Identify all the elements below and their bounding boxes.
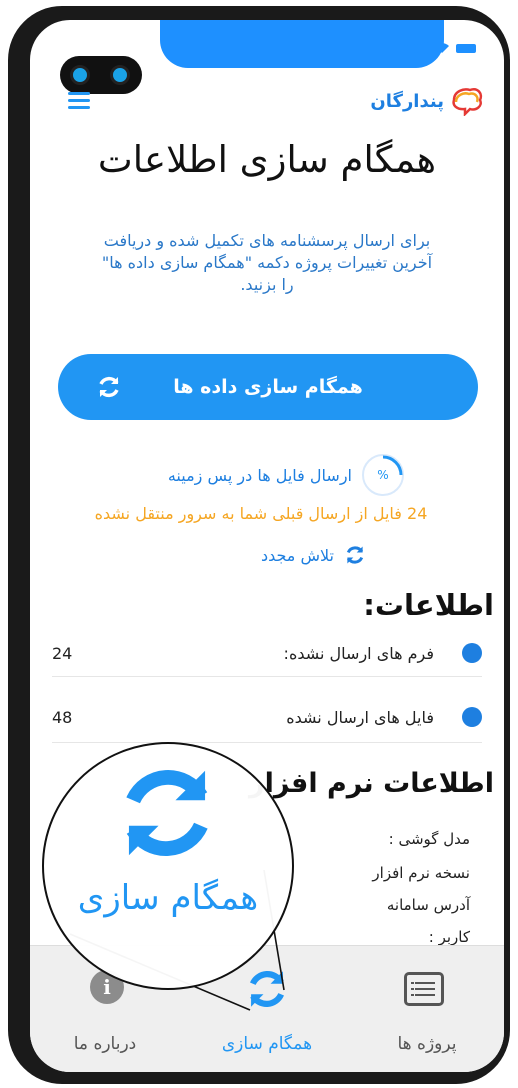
- background-upload-label: ارسال فایل ها در پس زمینه: [167, 465, 352, 485]
- list-icon: [404, 972, 444, 1006]
- camera-lens-left: [70, 65, 90, 85]
- info-section-title: اطلاعات:: [363, 588, 494, 622]
- hamburger-menu-icon[interactable]: [68, 92, 90, 110]
- signal-bar: [414, 43, 418, 53]
- status-dot-icon: [462, 643, 482, 663]
- refresh-icon: [99, 376, 119, 398]
- app-logo: پندارگان: [370, 86, 484, 116]
- row-divider: [52, 676, 482, 677]
- description-line: را بزنید.: [240, 275, 294, 294]
- magnifier-label: همگام سازی: [77, 878, 259, 918]
- battery-icon: [456, 43, 476, 53]
- software-info-item: مدل گوشی :: [388, 830, 470, 848]
- nav-item-label: همگام سازی: [221, 1034, 313, 1054]
- row-divider: [52, 742, 482, 743]
- page-description: برای ارسال پرسشنامه های تکمیل شده و دریا…: [70, 230, 464, 296]
- description-line: برای ارسال پرسشنامه های تکمیل شده و دریا…: [103, 231, 431, 250]
- status-notch: [160, 20, 444, 68]
- nav-item-label: درباره ما: [73, 1034, 137, 1054]
- camera-lens-right: [110, 65, 130, 85]
- retry-label: تلاش مجدد: [260, 545, 334, 565]
- logo-icon: [452, 88, 483, 116]
- info-row-unsent-files: فایل های ارسال نشده 48: [52, 702, 482, 732]
- software-info-item: نسخه نرم افزار: [372, 864, 470, 882]
- logo-text: پندارگان: [370, 90, 444, 112]
- software-info-title: اطلاعات نرم افزار: [249, 768, 494, 799]
- camera-icon: [60, 56, 142, 94]
- software-info-item: کاربر :: [428, 928, 470, 946]
- software-info-item: آدرس سامانه: [386, 896, 470, 914]
- signal-bar: [404, 45, 408, 51]
- signal-bar: [424, 42, 428, 54]
- info-row-value: 48: [52, 707, 73, 727]
- app-screen: پندارگان همگام سازی اطلاعات برای ارسال پ…: [30, 20, 504, 1072]
- retry-icon: [346, 546, 364, 564]
- page-title: همگام سازی اطلاعات: [97, 138, 437, 181]
- upload-progress-ring: %: [362, 454, 404, 496]
- info-row-value: 24: [52, 643, 73, 663]
- retry-button[interactable]: تلاش مجدد: [261, 544, 366, 566]
- progress-arc: [382, 455, 403, 476]
- background-upload-status: % ارسال فایل ها در پس زمینه: [168, 454, 404, 496]
- phone-frame: پندارگان همگام سازی اطلاعات برای ارسال پ…: [8, 6, 510, 1084]
- sync-data-button[interactable]: همگام سازی داده ها: [58, 354, 478, 420]
- info-row-label: فرم های ارسال نشده:: [283, 643, 434, 663]
- nav-item-label: پروژه ها: [397, 1034, 457, 1054]
- info-row-label: فایل های ارسال نشده: [286, 707, 434, 727]
- info-row-unsent-forms: فرم های ارسال نشده: 24: [52, 638, 482, 668]
- status-dot-icon: [462, 707, 482, 727]
- status-icons: [404, 42, 476, 54]
- pending-files-warning: 24 فایل از ارسال قبلی شما به سرور منتقل …: [94, 504, 428, 523]
- sync-icon: [126, 770, 208, 856]
- magnifier-callout: همگام سازی: [42, 742, 294, 990]
- wifi-icon: [435, 43, 449, 53]
- sync-icon: [250, 971, 284, 1007]
- nav-item-projects[interactable]: پروژه ها: [352, 946, 502, 1072]
- description-line: آخرین تغییرات پروژه دکمه "همگام سازی داد…: [101, 253, 433, 272]
- sync-button-label: همگام سازی داده ها: [173, 376, 363, 398]
